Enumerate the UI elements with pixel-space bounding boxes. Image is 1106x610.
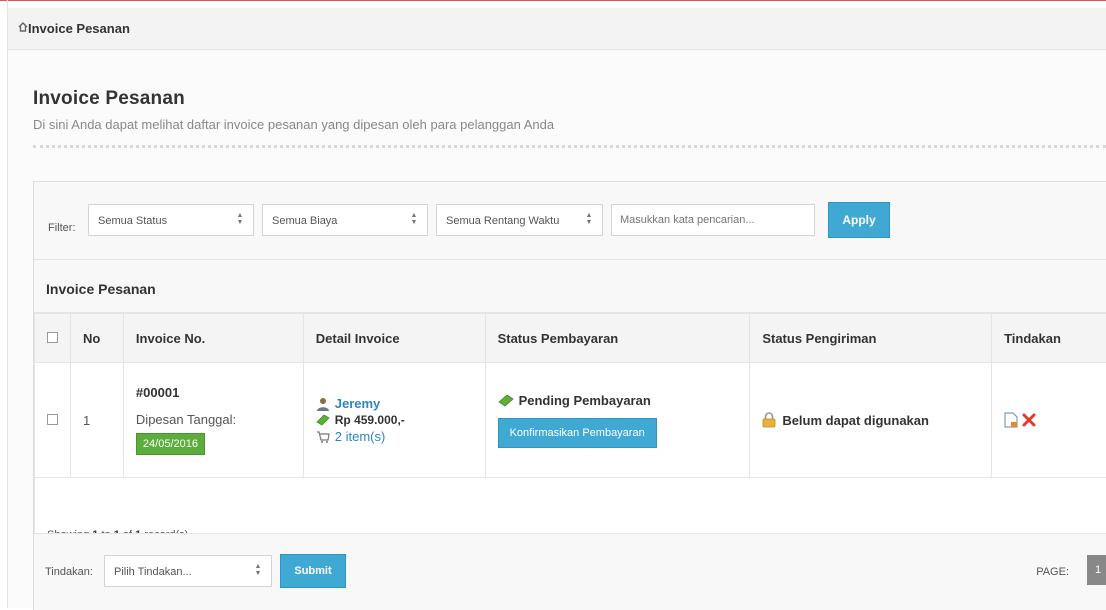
status-filter-select[interactable]: Semua Status ▲▼	[88, 204, 254, 236]
filter-bar: Filter: Semua Status ▲▼ Semua Biaya ▲▼ S…	[34, 182, 1106, 260]
row-no: 1	[70, 363, 123, 478]
col-header-payment-status: Status Pembayaran	[485, 314, 750, 363]
table-header-row: No Invoice No. Detail Invoice Status Pem…	[35, 314, 1106, 363]
invoice-price: Rp 459.000,-	[335, 413, 405, 427]
cost-filter-select[interactable]: Semua Biaya ▲▼	[262, 204, 428, 236]
filter-label: Filter:	[48, 222, 76, 234]
select-arrows-icon: ▲▼	[236, 212, 244, 226]
col-header-shipping-status: Status Pengiriman	[750, 314, 992, 363]
col-header-invoice-no: Invoice No.	[123, 314, 303, 363]
page-number-button[interactable]: 1	[1087, 555, 1106, 585]
document-icon[interactable]	[1004, 412, 1018, 428]
items-link[interactable]: 2 item(s)	[335, 429, 386, 444]
col-header-detail: Detail Invoice	[303, 314, 485, 363]
select-arrows-icon: ▲▼	[254, 563, 262, 577]
bulk-action-value: Pilih Tindakan...	[114, 566, 192, 578]
section-header: Invoice Pesanan	[34, 260, 1106, 313]
top-accent-line	[0, 0, 1106, 1]
breadcrumb[interactable]: Invoice Pesanan	[28, 21, 130, 36]
items-line: 2 item(s)	[316, 429, 485, 444]
search-input[interactable]	[611, 204, 815, 236]
payment-status: Pending Pembayaran	[498, 393, 750, 408]
detail-cell: Jeremy Rp 459.000,-	[303, 363, 485, 478]
customer-line: Jeremy	[316, 396, 485, 411]
select-arrows-icon: ▲▼	[410, 212, 418, 226]
bulk-action-select[interactable]: Pilih Tindakan... ▲▼	[104, 555, 272, 587]
col-header-actions: Tindakan	[992, 314, 1106, 363]
breadcrumb-bar: Invoice Pesanan	[8, 8, 1106, 50]
bulk-action-bar: Tindakan: Pilih Tindakan... ▲▼ Submit PA…	[34, 533, 1106, 610]
range-filter-value: Semua Rentang Waktu	[446, 215, 559, 227]
row-select-cell	[35, 363, 71, 478]
breadcrumb-label: Invoice Pesanan	[28, 21, 130, 36]
table-row: 1 #00001 Dipesan Tanggal: 24/05/2016 Jer	[35, 363, 1106, 478]
select-arrows-icon: ▲▼	[585, 212, 593, 226]
select-all-checkbox[interactable]	[47, 332, 58, 343]
actions-cell	[992, 363, 1106, 478]
money-icon	[316, 413, 330, 427]
shipping-status-cell: Belum dapat digunakan	[750, 363, 992, 478]
page-content: Invoice Pesanan Di sini Anda dapat melih…	[8, 50, 1106, 608]
customer-link[interactable]: Jeremy	[335, 396, 381, 411]
lock-icon	[762, 412, 776, 428]
payment-status-text: Pending Pembayaran	[519, 393, 651, 408]
page-label: PAGE:	[1036, 566, 1069, 578]
cost-filter-value: Semua Biaya	[272, 215, 337, 227]
divider	[33, 145, 1106, 148]
shipping-status: Belum dapat digunakan	[762, 412, 991, 428]
row-checkbox[interactable]	[47, 414, 58, 425]
range-filter-select[interactable]: Semua Rentang Waktu ▲▼	[436, 204, 603, 236]
ordered-label: Dipesan Tanggal:	[136, 412, 303, 427]
delete-icon[interactable]	[1022, 413, 1036, 427]
price-line: Rp 459.000,-	[316, 413, 485, 427]
payment-status-cell: Pending Pembayaran Konfirmasikan Pembaya…	[485, 363, 750, 478]
page-description: Di sini Anda dapat melihat daftar invoic…	[33, 117, 554, 132]
page-title: Invoice Pesanan	[33, 88, 185, 110]
status-filter-value: Semua Status	[98, 215, 167, 227]
cart-icon	[316, 430, 330, 444]
invoice-panel: Filter: Semua Status ▲▼ Semua Biaya ▲▼ S…	[33, 181, 1106, 610]
order-date-badge: 24/05/2016	[136, 433, 205, 455]
row-actions	[1004, 412, 1106, 428]
submit-button[interactable]: Submit	[280, 554, 346, 588]
home-icon	[18, 22, 28, 32]
money-icon	[498, 393, 514, 407]
shipping-status-text: Belum dapat digunakan	[782, 413, 929, 428]
invoice-cell: #00001 Dipesan Tanggal: 24/05/2016	[123, 363, 303, 478]
section-title: Invoice Pesanan	[46, 281, 156, 297]
apply-button[interactable]: Apply	[828, 202, 890, 238]
select-all-cell	[35, 314, 71, 363]
bulk-action-label: Tindakan:	[45, 566, 93, 578]
confirm-payment-button[interactable]: Konfirmasikan Pembayaran	[498, 418, 657, 448]
col-header-no: No	[70, 314, 123, 363]
invoice-number: #00001	[136, 385, 303, 400]
user-icon	[316, 397, 330, 411]
